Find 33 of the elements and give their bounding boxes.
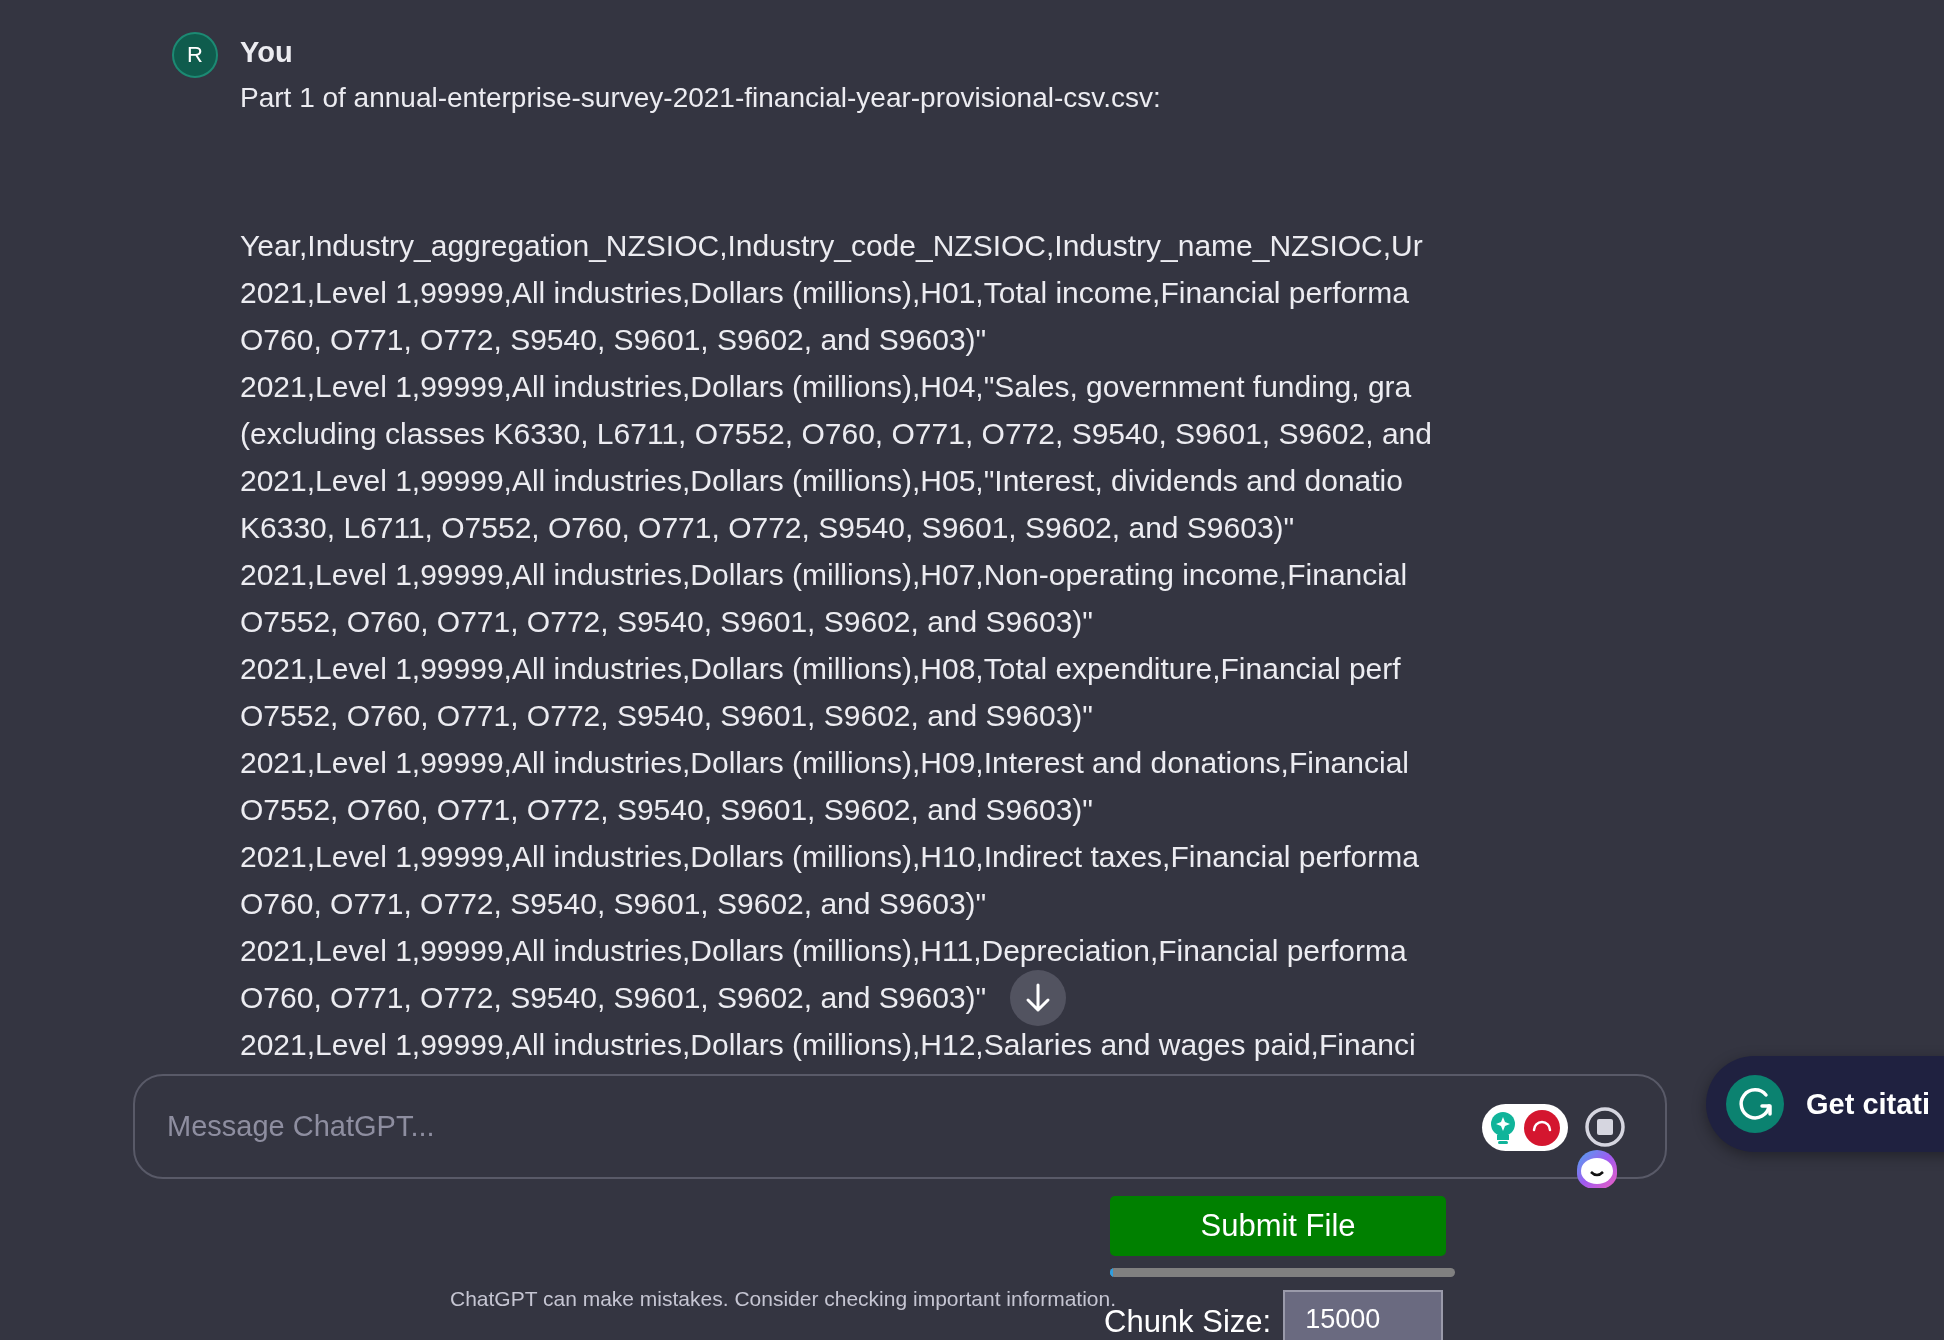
get-citation-button[interactable]: Get citati: [1706, 1056, 1944, 1152]
csv-line: 2021,Level 1,99999,All industries,Dollars (millions),H11,Depreciation,Financial performa: [240, 933, 1407, 969]
author-name: You: [240, 35, 294, 70]
csv-line: 2021,Level 1,99999,All industries,Dollars (millions),H10,Indirect taxes,Financial performa: [240, 839, 1419, 875]
csv-line: O760, O771, O772, S9540, S9601, S9602, and S9603)": [240, 980, 987, 1016]
stop-icon[interactable]: [1584, 1106, 1626, 1148]
csv-line: 2021,Level 1,99999,All industries,Dollars (millions),H05,"Interest, dividends and donatio: [240, 463, 1403, 499]
message-text: Part 1 of annual-enterprise-survey-2021-financial-year-provisional-csv.csv:: [240, 81, 1162, 115]
csv-line: 2021,Level 1,99999,All industries,Dollars (millions),H08,Total expenditure,Financial perf: [240, 651, 1401, 687]
user-avatar: R: [172, 32, 218, 78]
scroll-down-button[interactable]: [1010, 970, 1066, 1026]
csv-line: O7552, O760, O771, O772, S9540, S9601, S9602, and S9603)": [240, 698, 1093, 734]
csv-line: O760, O771, O772, S9540, S9601, S9602, and S9603)": [240, 322, 987, 358]
lightbulb-icon: [1490, 1110, 1516, 1145]
csv-line: 2021,Level 1,99999,All industries,Dollars (millions),H12,Salaries and wages paid,Financi: [240, 1027, 1416, 1063]
csv-line: O7552, O760, O771, O772, S9540, S9601, S9602, and S9603)": [240, 792, 1093, 828]
csv-line: 2021,Level 1,99999,All industries,Dollars (millions),H04,"Sales, government funding, gra: [240, 369, 1412, 405]
csv-line: 2021,Level 1,99999,All industries,Dollars (millions),H07,Non-operating income,Financial: [240, 557, 1408, 593]
csv-line: 2021,Level 1,99999,All industries,Dollars (millions),H01,Total income,Financial performa: [240, 275, 1409, 311]
arrow-down-icon: [1025, 983, 1051, 1013]
extension-pill[interactable]: [1482, 1104, 1568, 1151]
record-icon: [1524, 1109, 1560, 1146]
csv-line: O7552, O760, O771, O772, S9540, S9601, S9602, and S9603)": [240, 604, 1093, 640]
csv-line: (excluding classes K6330, L6711, O7552, O760, O771, O772, S9540, S9601, S9602, and: [240, 416, 1432, 452]
csv-line: K6330, L6711, O7552, O760, O771, O772, S9540, S9601, S9602, and S9603)": [240, 510, 1295, 546]
csv-line: 2021,Level 1,99999,All industries,Dollars (millions),H09,Interest and donations,Financial: [240, 745, 1409, 781]
csv-line: O760, O771, O772, S9540, S9601, S9602, and S9603)": [240, 886, 987, 922]
chunk-size-field[interactable]: 15000: [1283, 1290, 1444, 1340]
disclaimer-text: ChatGPT can make mistakes. Consider checking important information.: [450, 1287, 1117, 1310]
message-input[interactable]: Message ChatGPT...: [133, 1074, 1667, 1179]
refresh-icon: [1726, 1075, 1784, 1133]
csv-line: Year,Industry_aggregation_NZSIOC,Industry_code_NZSIOC,Industry_name_NZSIOC,Ur: [240, 228, 1423, 264]
submit-file-button[interactable]: Submit File: [1110, 1196, 1446, 1256]
